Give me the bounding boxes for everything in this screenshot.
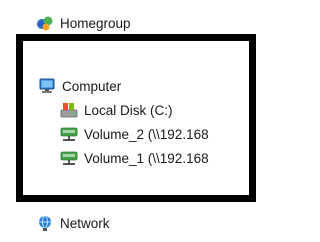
nav-item-local-disk[interactable]: Local Disk (C:)	[60, 99, 173, 121]
nav-item-label: Network	[60, 215, 110, 231]
network-drive-icon	[60, 149, 78, 167]
nav-item-label: Computer	[62, 78, 122, 94]
network-icon	[36, 214, 54, 232]
nav-item-label: Homegroup	[60, 15, 131, 31]
nav-item-homegroup[interactable]: Homegroup	[36, 12, 131, 34]
network-drive-icon	[60, 125, 78, 143]
local-disk-icon	[60, 101, 78, 119]
nav-item-volume-2[interactable]: Volume_2 (\\192.168	[60, 123, 209, 145]
nav-item-label: Local Disk (C:)	[84, 102, 173, 118]
nav-item-network[interactable]: Network	[36, 212, 110, 234]
nav-item-volume-1[interactable]: Volume_1 (\\192.168	[60, 147, 209, 169]
nav-item-computer[interactable]: Computer	[38, 75, 121, 97]
homegroup-icon	[36, 14, 54, 32]
nav-item-label: Volume_1 (\\192.168	[84, 150, 209, 166]
navigation-pane: Homegroup Computer Local Disk (C:) Volum…	[0, 0, 256, 242]
nav-item-label: Volume_2 (\\192.168	[84, 126, 209, 142]
computer-icon	[38, 77, 56, 95]
